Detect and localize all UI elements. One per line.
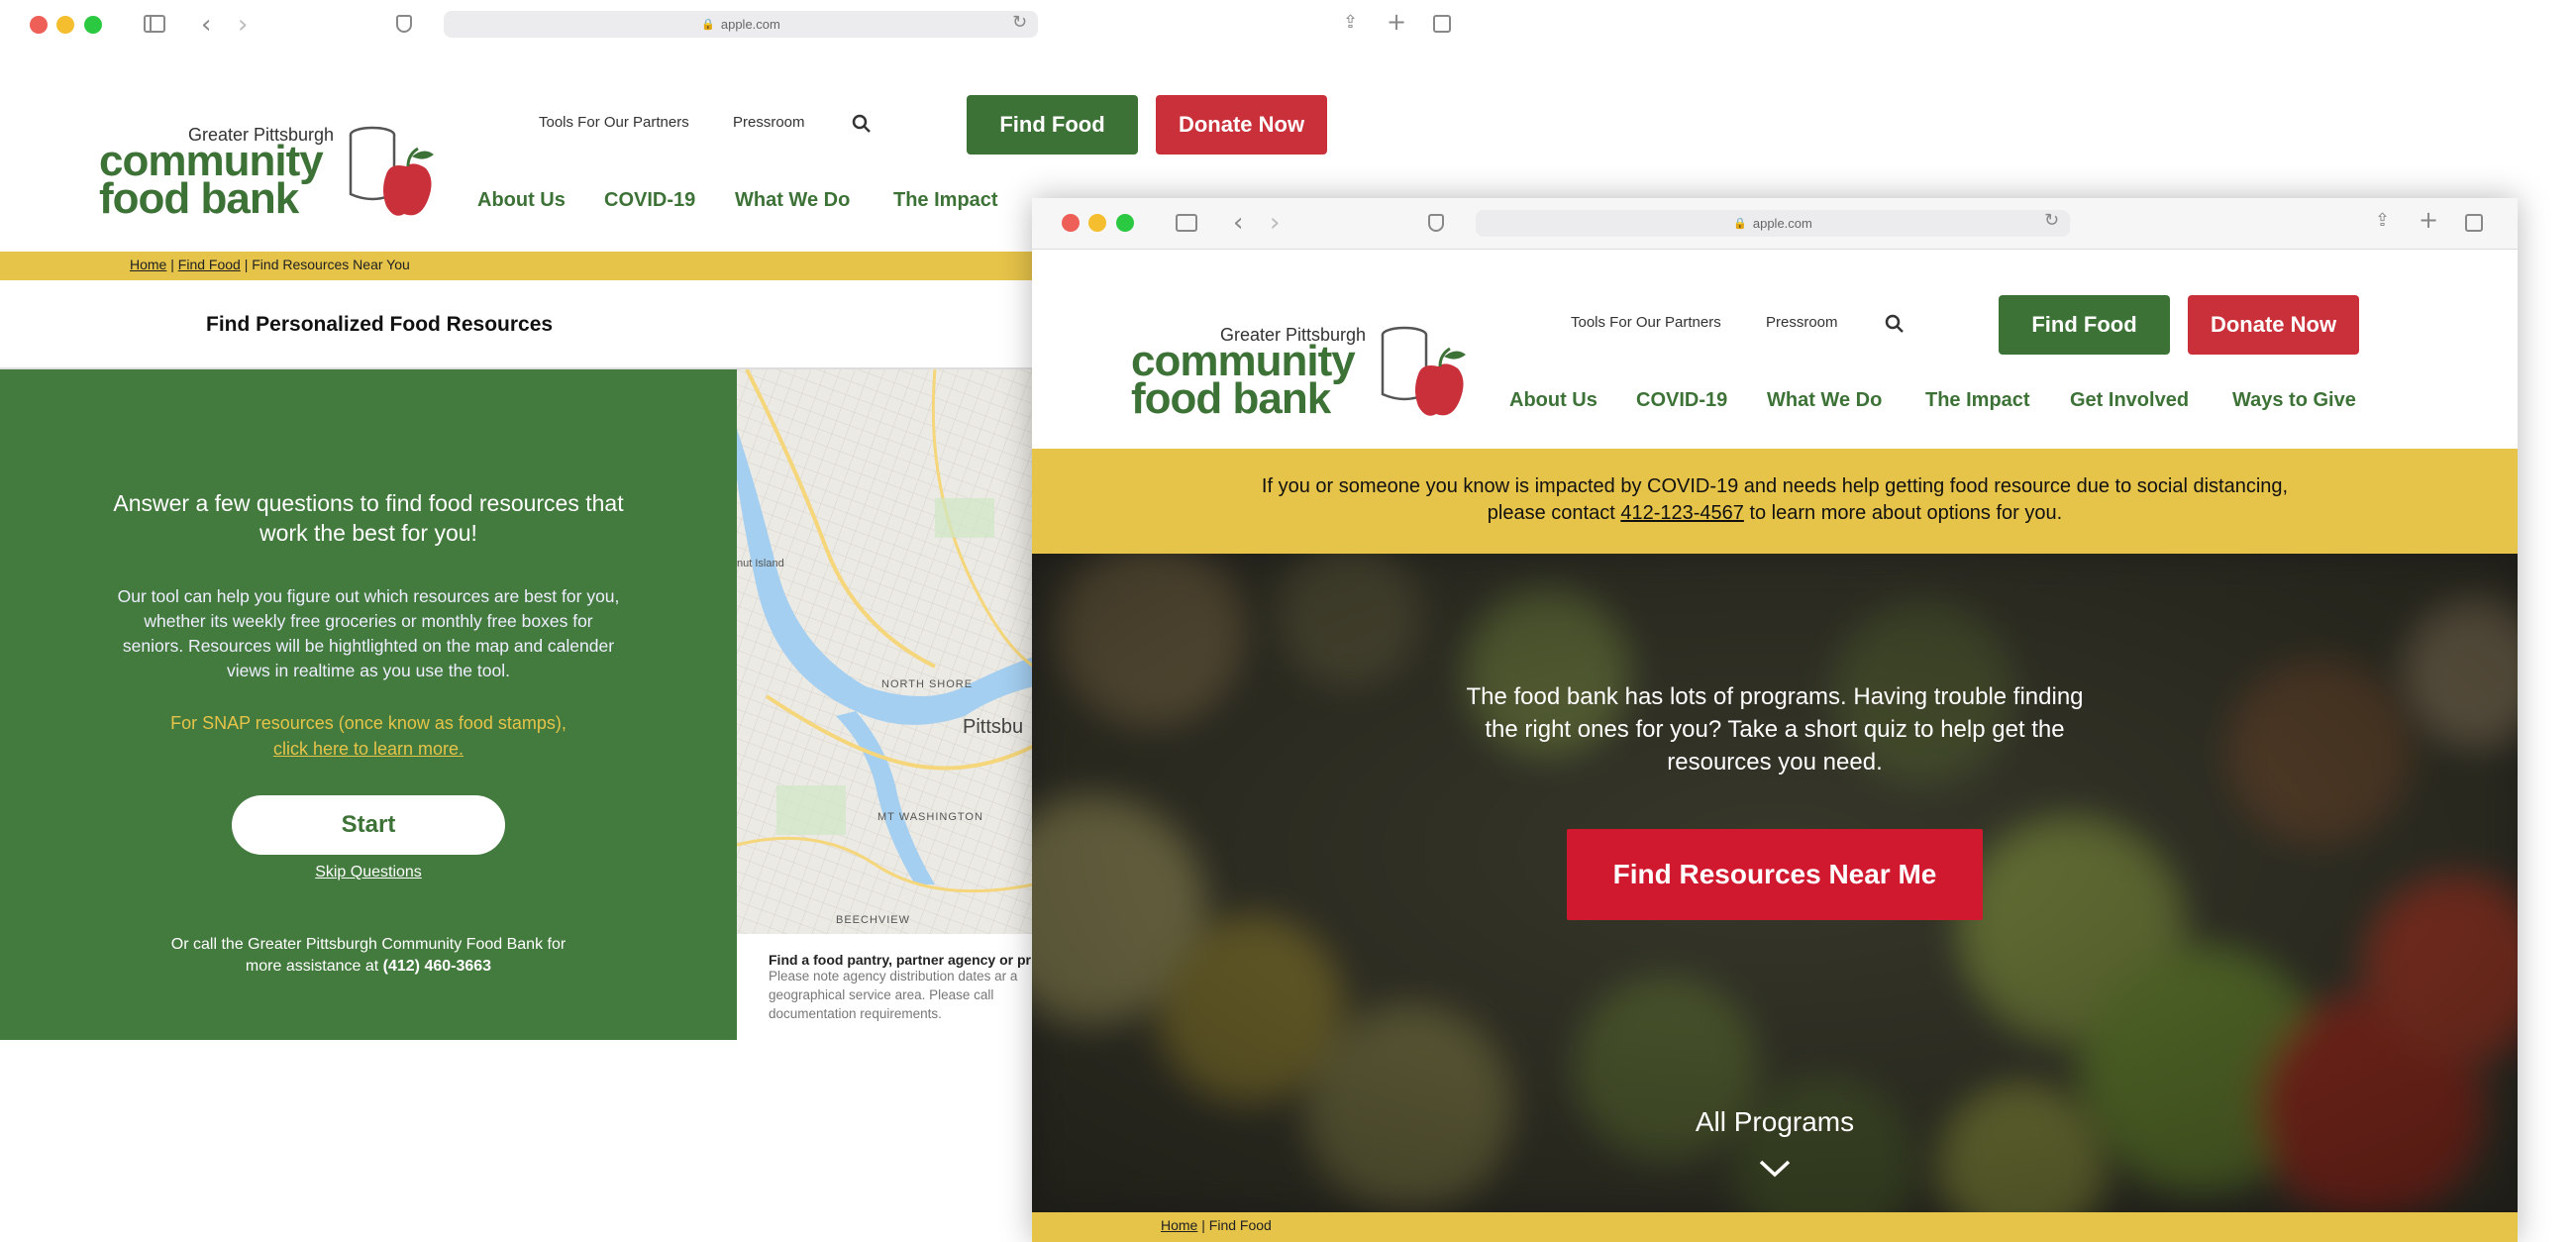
section-title: Find Personalized Food Resources xyxy=(206,313,554,336)
snap-link[interactable]: click here to learn more. xyxy=(109,739,628,760)
search-icon[interactable] xyxy=(1885,314,1905,334)
alert-line-1: If you or someone you know is impacted b… xyxy=(1261,475,2289,497)
minimize-window-button[interactable] xyxy=(1088,214,1106,232)
nav-about-us[interactable]: About Us xyxy=(477,189,566,212)
nav-what-we-do[interactable]: What We Do xyxy=(1767,389,1882,412)
sidebar-icon[interactable] xyxy=(1176,214,1197,232)
alert-suffix: to learn more about options for you. xyxy=(1743,502,2063,524)
site-logo[interactable]: Greater Pittsburgh community food bank xyxy=(99,125,446,224)
find-food-button[interactable]: Find Food xyxy=(967,95,1138,155)
shield-icon[interactable] xyxy=(1428,214,1444,232)
link-tools-for-partners[interactable]: Tools For Our Partners xyxy=(539,114,689,131)
map-label: North Shore xyxy=(881,678,974,690)
nav-about-us[interactable]: About Us xyxy=(1509,389,1597,412)
new-tab-icon[interactable]: + xyxy=(1387,8,1406,36)
tabs-overview-icon[interactable] xyxy=(2465,214,2483,232)
breadcrumb-separator: | xyxy=(240,257,253,272)
nav-the-impact[interactable]: The Impact xyxy=(893,189,998,212)
forward-arrow-icon[interactable]: › xyxy=(238,10,248,40)
new-tab-icon[interactable]: + xyxy=(2419,206,2438,234)
map-graphic xyxy=(737,369,1034,934)
reload-icon[interactable]: ↻ xyxy=(1012,12,1027,33)
minimize-window-button[interactable] xyxy=(56,16,74,34)
breadcrumb-home[interactable]: Home xyxy=(1161,1217,1197,1233)
close-window-button[interactable] xyxy=(30,16,48,34)
nav-the-impact[interactable]: The Impact xyxy=(1925,389,2030,412)
search-icon[interactable] xyxy=(852,114,872,134)
lock-icon: 🔒 xyxy=(1733,218,1747,230)
breadcrumb: Home | Find Food xyxy=(1032,1212,2518,1242)
map-label: Beechview xyxy=(836,914,911,926)
all-programs-label[interactable]: All Programs xyxy=(1626,1106,1923,1138)
map-caption-body: Please note agency distribution dates ar… xyxy=(769,969,1018,1021)
donate-now-button[interactable]: Donate Now xyxy=(2188,295,2359,355)
logo-line-food-bank: food bank xyxy=(1131,374,1331,423)
nav-covid-19[interactable]: COVID-19 xyxy=(604,189,695,212)
link-tools-for-partners[interactable]: Tools For Our Partners xyxy=(1571,314,1721,331)
alert-prefix: please contact xyxy=(1487,502,1621,524)
call-info: Or call the Greater Pittsburgh Community… xyxy=(168,934,568,979)
map-caption: Find a food pantry, partner agency or pr… xyxy=(737,934,1034,1040)
quiz-heading: Answer a few questions to find food reso… xyxy=(113,490,624,547)
snap-text: For SNAP resources (once know as food st… xyxy=(170,713,567,733)
skip-questions-link[interactable]: Skip Questions xyxy=(109,864,628,881)
sidebar-icon[interactable] xyxy=(144,15,165,33)
alert-phone-link[interactable]: 412-123-4567 xyxy=(1620,502,1744,524)
breadcrumb-home[interactable]: Home xyxy=(130,257,166,272)
tabs-overview-icon[interactable] xyxy=(1433,15,1451,33)
call-text: Or call the Greater Pittsburgh Community… xyxy=(170,936,567,976)
lock-icon: 🔒 xyxy=(701,19,715,31)
alert-line-2: please contact 412-123-4567 to learn mor… xyxy=(1032,500,2518,527)
nav-covid-19[interactable]: COVID-19 xyxy=(1636,389,1727,412)
breadcrumb-current: Find Resources Near You xyxy=(252,257,410,272)
logo-line-food-bank: food bank xyxy=(99,174,299,223)
donate-now-button[interactable]: Donate Now xyxy=(1156,95,1327,155)
address-bar[interactable]: 🔒 apple.com xyxy=(444,11,1038,38)
breadcrumb-find-food[interactable]: Find Food xyxy=(178,257,241,272)
reload-icon[interactable]: ↻ xyxy=(2044,210,2059,231)
share-icon[interactable]: ⇪ xyxy=(2375,210,2390,231)
browser-toolbar: ‹ › 🔒 apple.com ↻ ⇪ + xyxy=(0,0,1545,52)
map-label: Mt Washington xyxy=(877,811,983,823)
map-caption-title: Find a food pantry, partner agency or pr xyxy=(769,952,1031,968)
call-phone[interactable]: (412) 460-3663 xyxy=(383,958,491,975)
map-label: Pittsbu xyxy=(963,716,1024,738)
shield-icon[interactable] xyxy=(396,15,412,33)
breadcrumb-separator: | xyxy=(166,257,178,272)
address-text: apple.com xyxy=(1752,216,1812,231)
link-pressroom[interactable]: Pressroom xyxy=(1766,314,1838,331)
address-text: apple.com xyxy=(720,17,780,32)
find-food-button[interactable]: Find Food xyxy=(1999,295,2170,355)
find-resources-near-me-button[interactable]: Find Resources Near Me xyxy=(1567,829,1983,920)
nav-ways-to-give[interactable]: Ways to Give xyxy=(2232,389,2356,412)
start-button[interactable]: Start xyxy=(232,795,505,855)
front-browser-window: ‹ › 🔒 apple.com ↻ ⇪ + Greater Pittsburgh… xyxy=(1032,198,2518,1242)
back-arrow-icon[interactable]: ‹ xyxy=(1233,208,1243,238)
close-window-button[interactable] xyxy=(1062,214,1080,232)
maximize-window-button[interactable] xyxy=(84,16,102,34)
map-label: nut Island xyxy=(737,558,784,569)
maximize-window-button[interactable] xyxy=(1116,214,1134,232)
hero-section: The food bank has lots of programs. Havi… xyxy=(1032,554,2518,1212)
resource-map[interactable]: nut Island North Shore Pittsbu Mt Washin… xyxy=(737,369,1034,934)
link-pressroom[interactable]: Pressroom xyxy=(733,114,805,131)
site-logo[interactable]: Greater Pittsburgh community food bank xyxy=(1131,325,1478,424)
nav-get-involved[interactable]: Get Involved xyxy=(2070,389,2189,412)
address-bar[interactable]: 🔒 apple.com xyxy=(1476,210,2070,237)
share-icon[interactable]: ⇪ xyxy=(1343,12,1358,33)
forward-arrow-icon[interactable]: › xyxy=(1270,208,1280,238)
nav-what-we-do[interactable]: What We Do xyxy=(735,189,850,212)
can-apple-icon xyxy=(1381,326,1466,416)
covid-alert-banner: If you or someone you know is impacted b… xyxy=(1032,449,2518,554)
can-apple-icon xyxy=(349,126,434,216)
quiz-panel: Answer a few questions to find food reso… xyxy=(0,369,737,1040)
hero-text: The food bank has lots of programs. Havi… xyxy=(1466,683,2084,776)
chevron-down-icon[interactable] xyxy=(1758,1158,1792,1180)
breadcrumb-separator: | xyxy=(1197,1217,1209,1233)
browser-toolbar: ‹ › 🔒 apple.com ↻ ⇪ + xyxy=(1032,198,2518,250)
main-nav: About Us COVID-19 What We Do The Impact … xyxy=(1509,389,2401,419)
back-arrow-icon[interactable]: ‹ xyxy=(201,10,211,40)
breadcrumb-current: Find Food xyxy=(1208,1217,1272,1233)
quiz-description: Our tool can help you figure out which r… xyxy=(117,586,620,680)
